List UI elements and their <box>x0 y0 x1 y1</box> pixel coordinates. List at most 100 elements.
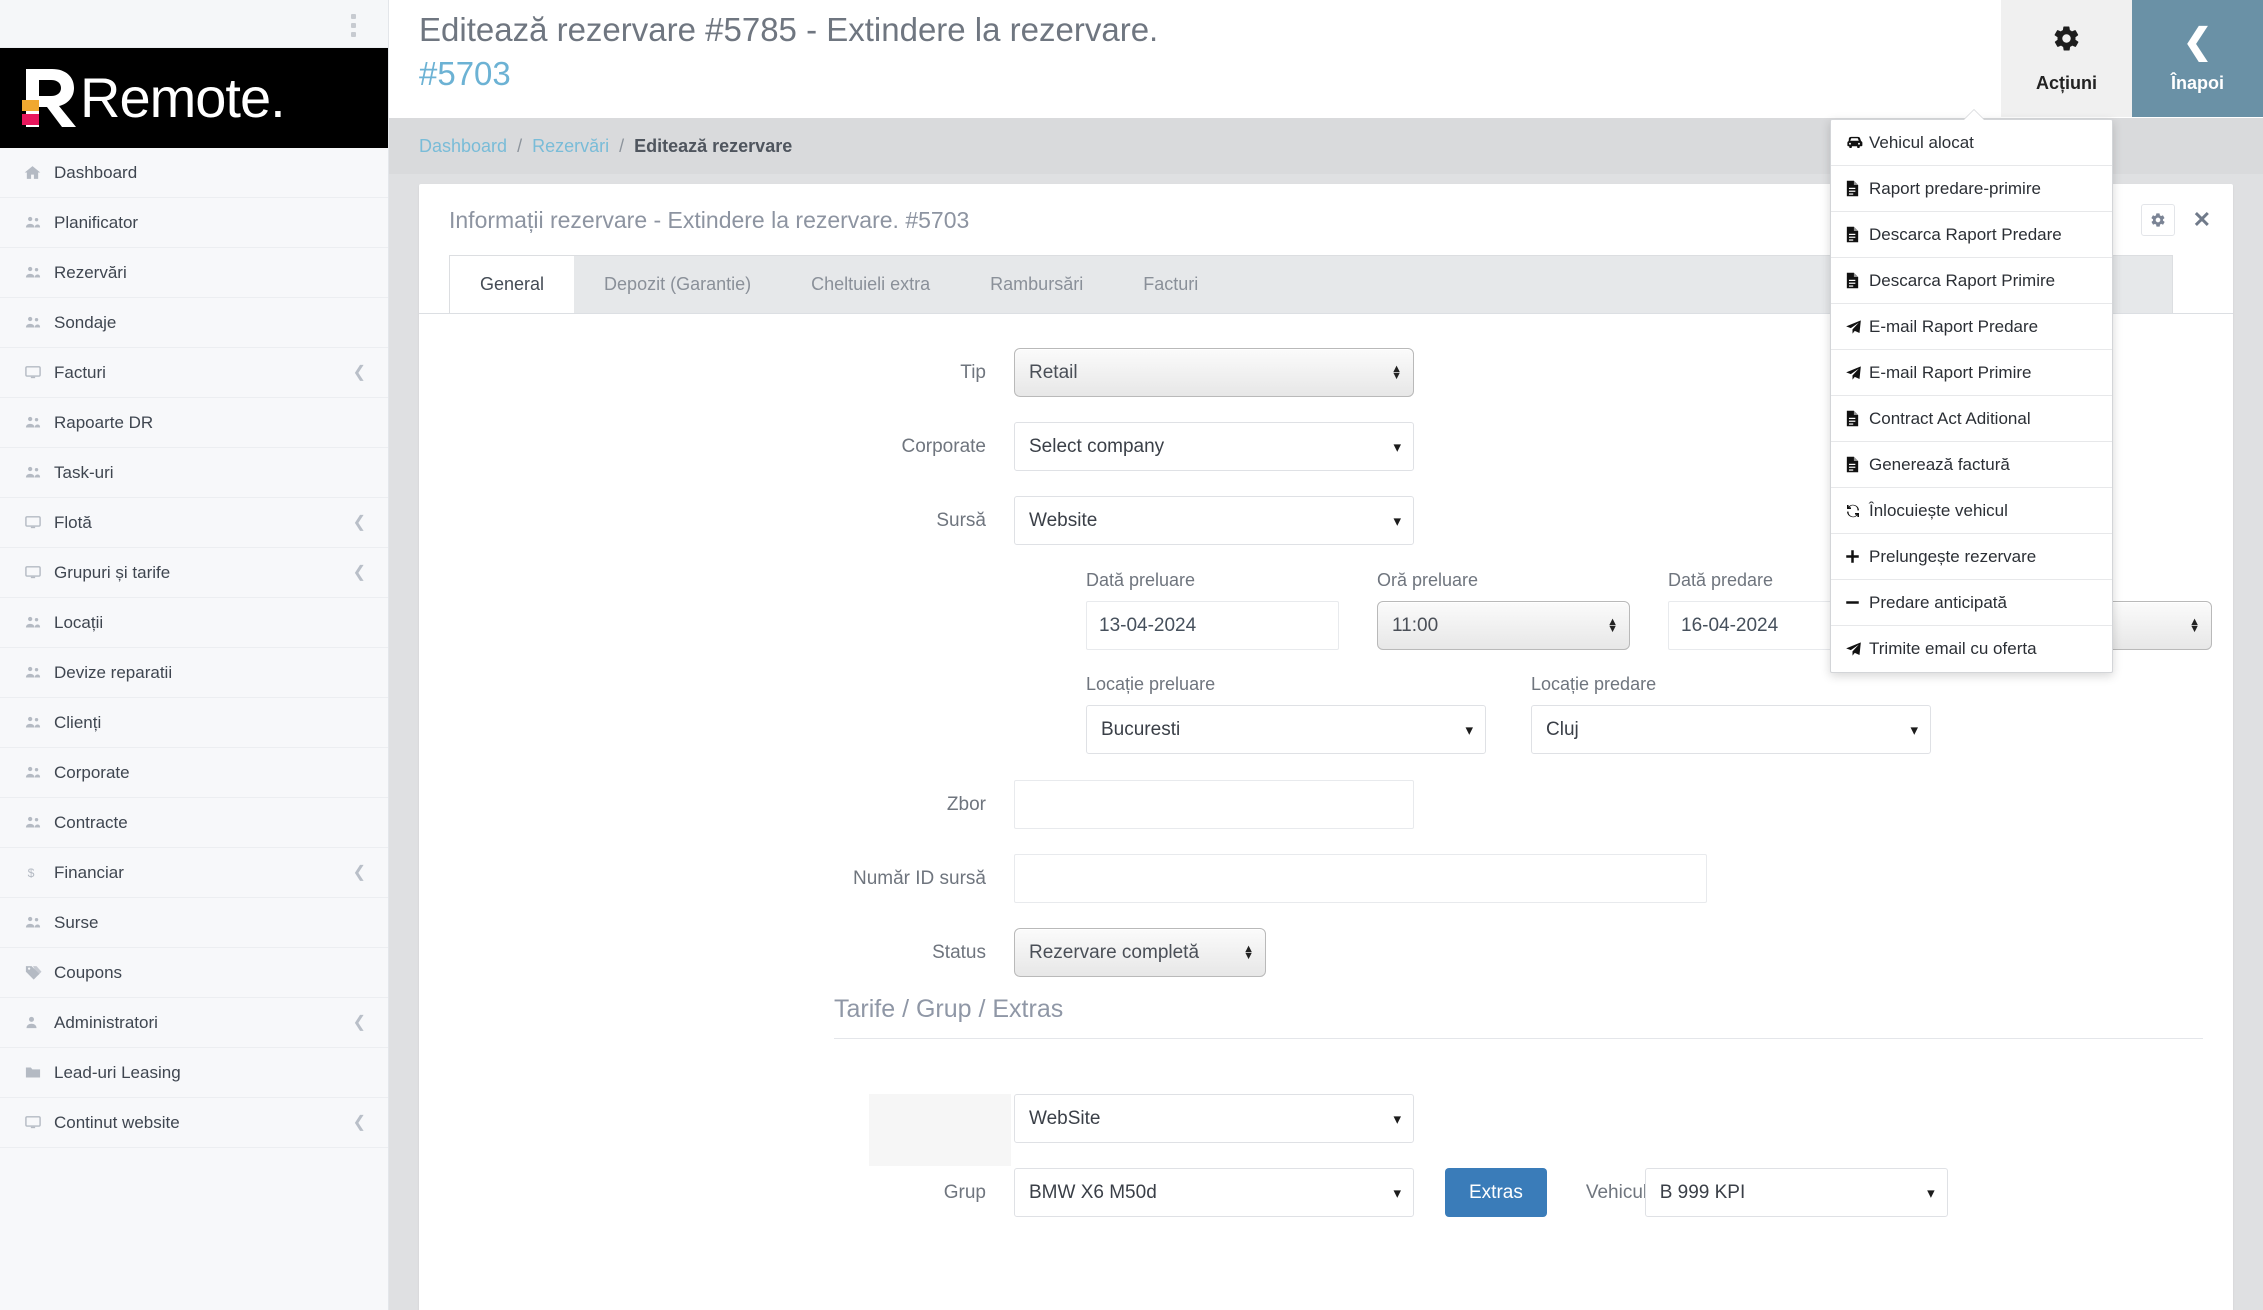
numar-id-sursa-input[interactable] <box>1014 854 1707 903</box>
paper-plane-icon <box>1845 365 1869 381</box>
kebab-menu-icon[interactable] <box>350 14 356 37</box>
spinner-icon: ▲ ▼ <box>1243 942 1254 962</box>
sidebar-item-coupons[interactable]: Coupons <box>0 948 388 998</box>
label-grup: Grup <box>943 1181 986 1203</box>
folder-icon <box>24 1064 54 1081</box>
menu-item-contract-act-aditional[interactable]: Contract Act Aditional <box>1831 396 2112 442</box>
menu-item-e-mail-raport-predare[interactable]: E-mail Raport Predare <box>1831 304 2112 350</box>
users-icon <box>24 914 54 931</box>
field-row-status: Status Rezervare completă ▲ ▼ <box>419 928 2233 977</box>
menu-item-prelunge-te-rezervare[interactable]: Prelungește rezervare <box>1831 534 2112 580</box>
brand-logo[interactable]: Remote. <box>0 48 388 148</box>
sidebar-item-dashboard[interactable]: Dashboard <box>0 148 388 198</box>
card-close-button[interactable]: ✕ <box>2193 209 2211 231</box>
sidebar-item-contracte[interactable]: Contracte <box>0 798 388 848</box>
menu-item-nlocuie-te-vehicul[interactable]: Înlocuiește vehicul <box>1831 488 2112 534</box>
sidebar-item-rapoarte-dr[interactable]: Rapoarte DR <box>0 398 388 448</box>
topbar: Editează rezervare #5785 - Extindere la … <box>389 0 2263 118</box>
zbor-input[interactable] <box>1014 780 1414 829</box>
placeholder-block <box>869 1094 1011 1166</box>
locatie-preluare-select[interactable]: Bucuresti ▾ <box>1086 705 1486 754</box>
sidebar-item-continut-website[interactable]: Continut website ❮ <box>0 1098 388 1148</box>
sidebar-item-lead-uri-leasing[interactable]: Lead-uri Leasing <box>0 1048 388 1098</box>
menu-item-trimite-email-cu-oferta[interactable]: Trimite email cu oferta <box>1831 626 2112 672</box>
tab-cheltuieli-extra[interactable]: Cheltuieli extra <box>781 256 960 313</box>
status-value: Rezervare completă <box>1029 941 1200 963</box>
sidebar-item-surse[interactable]: Surse <box>0 898 388 948</box>
sidebar-item-administratori[interactable]: Administratori ❮ <box>0 998 388 1048</box>
sidebar-item-label: Facturi <box>54 362 106 382</box>
back-button[interactable]: ❮ Înapoi <box>2132 0 2263 117</box>
chevron-left-icon: ❮ <box>352 363 366 381</box>
tab-depozit-garantie[interactable]: Depozit (Garantie) <box>574 256 781 313</box>
tab-ramburs-ri[interactable]: Rambursări <box>960 256 1113 313</box>
spinner-icon: ▲ ▼ <box>2189 615 2200 635</box>
menu-item-genereaz-factur[interactable]: Generează factură <box>1831 442 2112 488</box>
sidebar-item-label: Devize reparatii <box>54 662 173 682</box>
menu-item-raport-predare-primire[interactable]: Raport predare-primire <box>1831 166 2112 212</box>
tarif-select[interactable]: WebSite ▾ <box>1014 1094 1414 1143</box>
menu-item-descarca-raport-primire[interactable]: Descarca Raport Primire <box>1831 258 2112 304</box>
sidebar-item-grupuri-i-tarife[interactable]: Grupuri și tarife ❮ <box>0 548 388 598</box>
sidebar-item-label: Rapoarte DR <box>54 412 154 432</box>
paper-plane-icon <box>1845 319 1869 335</box>
sidebar-item-flot[interactable]: Flotă ❮ <box>0 498 388 548</box>
page-title-main: Editează rezervare #5785 - Extindere la … <box>419 11 1159 48</box>
chevron-down-icon: ▾ <box>1465 721 1473 739</box>
breadcrumb-dashboard[interactable]: Dashboard <box>419 136 507 157</box>
location-row: Locație preluare Bucuresti ▾ Locație pre… <box>419 674 2233 754</box>
sidebar-item-planificator[interactable]: Planificator <box>0 198 388 248</box>
data-preluare-input[interactable]: 13-04-2024 <box>1086 601 1339 650</box>
sidebar-item-task-uri[interactable]: Task-uri <box>0 448 388 498</box>
locatie-preluare-value: Bucuresti <box>1101 718 1181 740</box>
sidebar-item-clien-i[interactable]: Clienți <box>0 698 388 748</box>
breadcrumb-rezervari[interactable]: Rezervări <box>532 136 609 157</box>
locatie-predare-select[interactable]: Cluj ▾ <box>1531 705 1931 754</box>
sidebar-item-facturi[interactable]: Facturi ❮ <box>0 348 388 398</box>
menu-item-vehicul-alocat[interactable]: Vehicul alocat <box>1831 120 2112 166</box>
sursa-select[interactable]: Website ▾ <box>1014 496 1414 545</box>
users-icon <box>24 414 54 431</box>
users-icon <box>24 764 54 781</box>
ora-preluare-value: 11:00 <box>1392 614 1439 636</box>
label-data-preluare: Dată preluare <box>1086 570 1196 590</box>
sidebar-item-sondaje[interactable]: Sondaje <box>0 298 388 348</box>
sidebar-item-rezerv-ri[interactable]: Rezervări <box>0 248 388 298</box>
card-settings-button[interactable] <box>2140 204 2175 236</box>
chevron-down-icon: ▾ <box>1393 1184 1401 1202</box>
sidebar-item-loca-ii[interactable]: Locații <box>0 598 388 648</box>
sidebar-item-label: Dashboard <box>54 162 138 182</box>
actions-dropdown-menu: Vehicul alocat Raport predare-primire Desc… <box>1830 109 2113 673</box>
sidebar-item-label: Flotă <box>54 512 92 532</box>
file-text-icon <box>1845 272 1869 289</box>
monitor-icon <box>24 364 54 381</box>
sidebar-nav: Dashboard Planificator Rezervări Sondaje Fac… <box>0 148 388 1148</box>
tip-select[interactable]: Retail ▲ ▼ <box>1014 348 1414 397</box>
chevron-left-icon: ❮ <box>352 1013 366 1031</box>
status-select[interactable]: Rezervare completă ▲ ▼ <box>1014 928 1266 977</box>
users-icon <box>24 714 54 731</box>
sidebar-item-devize-reparatii[interactable]: Devize reparatii <box>0 648 388 698</box>
sidebar-item-label: Rezervări <box>54 262 127 282</box>
menu-item-label: Generează factură <box>1869 454 2010 474</box>
corporate-select[interactable]: Select company ▾ <box>1014 422 1414 471</box>
sidebar-item-label: Grupuri și tarife <box>54 562 171 582</box>
tab-general[interactable]: General <box>450 256 575 313</box>
sidebar-item-label: Continut website <box>54 1112 180 1132</box>
menu-item-predare-anticipat[interactable]: Predare anticipată <box>1831 580 2112 626</box>
extras-button[interactable]: Extras <box>1445 1168 1547 1217</box>
sidebar-item-financiar[interactable]: $ Financiar ❮ <box>0 848 388 898</box>
grup-select[interactable]: BMW X6 M50d ▾ <box>1014 1168 1414 1217</box>
vehicule-select[interactable]: B 999 KPI ▾ <box>1644 1168 1948 1217</box>
menu-item-descarca-raport-predare[interactable]: Descarca Raport Predare <box>1831 212 2112 258</box>
actions-button[interactable]: Acțiuni <box>2001 0 2132 117</box>
plus-icon <box>1845 549 1869 564</box>
ora-preluare-select[interactable]: 11:00 ▲ ▼ <box>1377 601 1630 650</box>
chevron-down-icon: ▾ <box>1910 721 1918 739</box>
sidebar-item-corporate[interactable]: Corporate <box>0 748 388 798</box>
label-corporate: Corporate <box>901 435 987 457</box>
tab-facturi[interactable]: Facturi <box>1113 256 1228 313</box>
top-buttons: Acțiuni ❮ Înapoi <box>2001 0 2263 117</box>
page-title-sub: #5703 <box>419 54 511 92</box>
menu-item-e-mail-raport-primire[interactable]: E-mail Raport Primire <box>1831 350 2112 396</box>
